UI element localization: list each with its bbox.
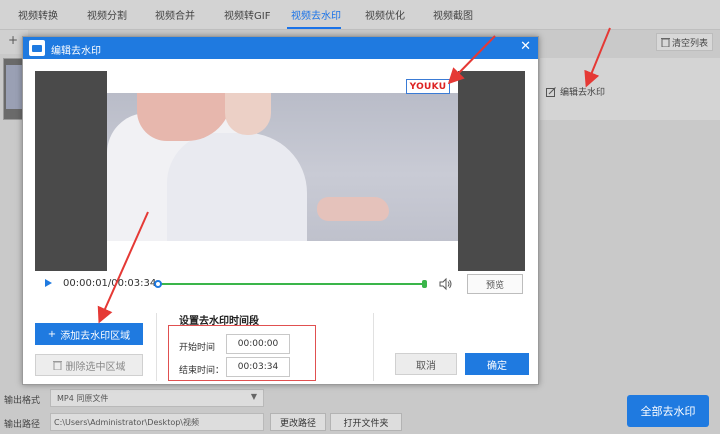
clear-list-label: 清空列表 xyxy=(672,38,709,49)
edit-icon xyxy=(546,86,556,97)
watermark-selection-box[interactable]: YOUKU xyxy=(406,79,450,94)
timeline-slider[interactable] xyxy=(154,280,427,288)
open-folder-button[interactable]: 打开文件夹 xyxy=(330,413,402,431)
end-time-input[interactable]: 00:03:34 xyxy=(226,357,290,377)
output-format-label: 输出格式 xyxy=(4,396,41,406)
edit-watermark-dialog: 编辑去水印 ✕ YOUKU 00:00:01/00:03:34 预览 + 添加去… xyxy=(22,36,539,385)
delete-region-label: 删除选中区域 xyxy=(65,361,126,373)
start-time-label: 开始时间 xyxy=(179,343,216,353)
tab-video-watermark-removal[interactable]: 视频去水印 xyxy=(291,7,341,22)
playback-time: 00:00:01/00:03:34 xyxy=(63,278,157,289)
clear-list-button[interactable]: 清空列表 xyxy=(656,33,714,51)
change-path-button[interactable]: 更改路径 xyxy=(270,413,326,431)
chevron-down-icon: ▼ xyxy=(250,392,257,401)
tab-video-merge[interactable]: 视频合并 xyxy=(155,7,195,22)
remove-all-watermarks-button[interactable]: 全部去水印 xyxy=(627,395,709,427)
start-time-input[interactable]: 00:00:00 xyxy=(226,334,290,354)
close-icon[interactable]: ✕ xyxy=(520,39,531,54)
letterbox-right xyxy=(458,71,525,271)
output-path-input[interactable]: C:\Users\Administrator\Desktop\视频 xyxy=(50,413,264,431)
active-tab-indicator xyxy=(287,27,341,29)
edit-watermark-link[interactable]: 编辑去水印 xyxy=(546,85,605,98)
cancel-button[interactable]: 取消 xyxy=(395,353,457,375)
tab-video-convert[interactable]: 视频转换 xyxy=(18,7,58,22)
divider xyxy=(373,313,374,381)
delete-selected-region-button[interactable]: 删除选中区域 xyxy=(35,354,143,376)
play-icon[interactable] xyxy=(45,279,52,287)
tab-video-split[interactable]: 视频分割 xyxy=(87,7,127,22)
edit-watermark-label: 编辑去水印 xyxy=(560,88,606,98)
player-controls: 00:00:01/00:03:34 预览 xyxy=(35,271,525,297)
output-path-label: 输出路径 xyxy=(4,420,41,430)
app-logo-icon xyxy=(29,40,45,56)
dialog-title-bar: 编辑去水印 ✕ xyxy=(23,37,538,59)
output-format-select[interactable]: MP4 同原文件 ▼ xyxy=(50,389,264,407)
timeline-start-handle[interactable] xyxy=(154,280,162,288)
dialog-title: 编辑去水印 xyxy=(51,46,101,57)
preview-button[interactable]: 预览 xyxy=(467,274,523,294)
divider xyxy=(156,313,157,381)
tab-video-screenshot[interactable]: 视频截图 xyxy=(433,7,473,22)
volume-icon[interactable] xyxy=(439,277,453,291)
app-tab-bar: 视频转换 视频分割 视频合并 视频转GIF 视频去水印 视频优化 视频截图 xyxy=(0,0,720,30)
trash-icon xyxy=(52,361,62,370)
add-watermark-region-button[interactable]: + 添加去水印区域 xyxy=(35,323,143,345)
plus-icon: + xyxy=(8,33,19,47)
plus-icon: + xyxy=(47,328,57,340)
tab-video-optimize[interactable]: 视频优化 xyxy=(365,7,405,22)
end-time-label: 结束时间： xyxy=(179,366,225,376)
timeline-end-handle[interactable] xyxy=(422,280,427,288)
trash-icon xyxy=(661,38,670,47)
video-preview: YOUKU xyxy=(35,71,525,271)
add-region-label: 添加去水印区域 xyxy=(60,330,131,342)
ok-button[interactable]: 确定 xyxy=(465,353,529,375)
tab-video-to-gif[interactable]: 视频转GIF xyxy=(224,7,270,22)
output-format-value: MP4 同原文件 xyxy=(57,393,109,403)
letterbox-left xyxy=(35,71,107,271)
video-frame xyxy=(107,93,458,241)
